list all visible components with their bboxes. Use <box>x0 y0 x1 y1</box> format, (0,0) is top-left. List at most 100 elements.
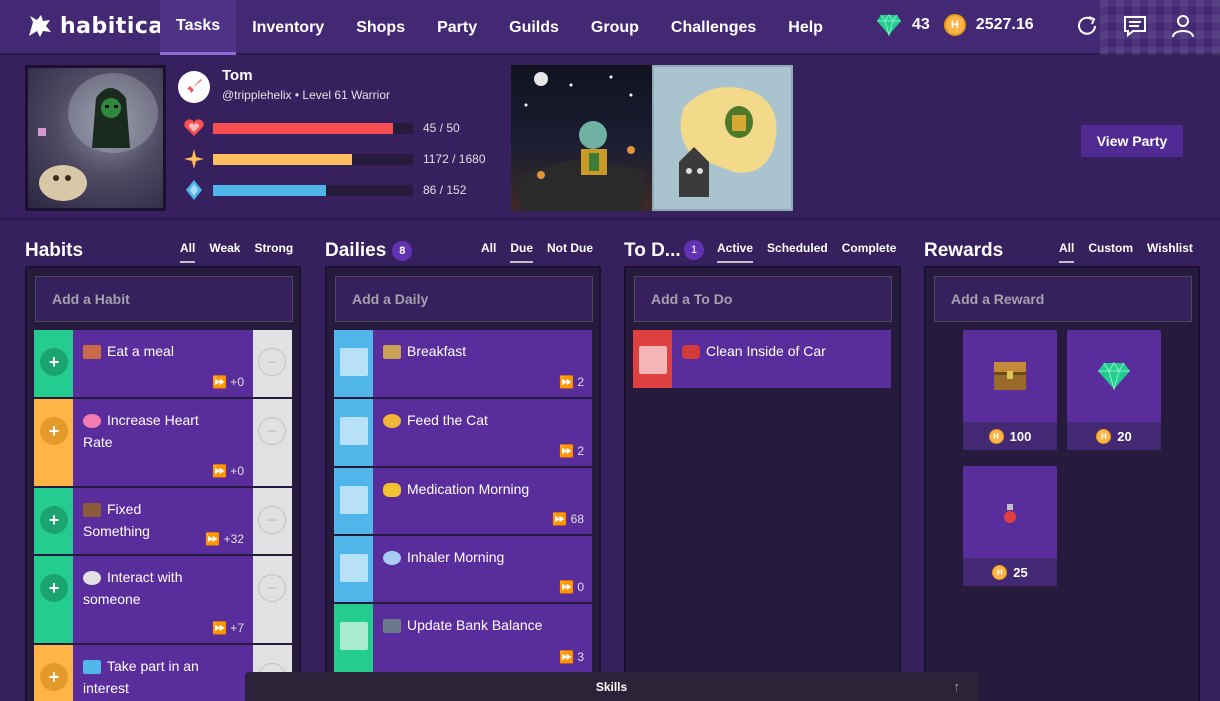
gem-icon <box>1098 362 1130 390</box>
nav-shops[interactable]: Shops <box>340 0 421 55</box>
dailies-filter-not-due[interactable]: Not Due <box>547 241 593 263</box>
plus-icon[interactable]: + <box>40 417 68 445</box>
daily-checkbox[interactable] <box>340 554 368 582</box>
daily-streak: ⏩ 0 <box>559 580 584 594</box>
todos-filter-scheduled[interactable]: Scheduled <box>767 241 828 263</box>
rewards-filter-wishlist[interactable]: Wishlist <box>1147 241 1193 263</box>
top-icons <box>1074 13 1196 39</box>
main-nav: Tasks Inventory Shops Party Guilds Group… <box>160 0 839 55</box>
nav-challenges[interactable]: Challenges <box>655 0 772 55</box>
messages-icon[interactable] <box>1122 13 1148 39</box>
minus-icon[interactable]: − <box>258 417 286 445</box>
user-avatar[interactable] <box>25 65 166 211</box>
habit-minus-area[interactable]: − <box>253 399 292 486</box>
nav-help[interactable]: Help <box>772 0 839 55</box>
daily-task[interactable]: Feed the Cat ⏩ 2 <box>334 399 592 468</box>
daily-checkbox[interactable] <box>340 622 368 650</box>
habit-plus-area[interactable]: + <box>34 645 73 701</box>
habits-filter-strong[interactable]: Strong <box>254 241 293 263</box>
add-daily-input[interactable]: Add a Daily <box>335 276 593 322</box>
daily-task[interactable]: Medication Morning ⏩ 68 <box>334 468 592 536</box>
reward-item[interactable]: H 25 <box>963 466 1057 586</box>
habit-task[interactable]: + Fixed Something ⏩ +32 − <box>34 488 292 556</box>
habit-minus-area[interactable]: − <box>253 556 292 643</box>
party-member-avatar[interactable] <box>652 65 793 211</box>
todos-filter-active[interactable]: Active <box>717 241 754 263</box>
shield-icon <box>383 345 401 360</box>
daily-streak: ⏩ 2 <box>559 375 584 389</box>
logo-wordmark: habitica <box>60 13 164 39</box>
arrow-up-icon[interactable]: ↑ <box>954 679 961 694</box>
view-party-button[interactable]: View Party <box>1081 125 1183 157</box>
reward-price-value: 100 <box>1009 428 1032 444</box>
reward-item[interactable]: H 20 <box>1067 330 1161 450</box>
daily-task[interactable]: Breakfast ⏩ 2 <box>334 330 592 399</box>
gold-coin-icon: H <box>992 564 1008 580</box>
habits-filter-all[interactable]: All <box>180 241 196 263</box>
habit-minus-area[interactable]: − <box>253 488 292 554</box>
minus-icon[interactable]: − <box>258 574 286 602</box>
skills-drawer[interactable]: Skills ↑ <box>245 672 978 701</box>
daily-checkbox[interactable] <box>340 486 368 514</box>
nav-inventory[interactable]: Inventory <box>236 0 340 55</box>
plus-icon[interactable]: + <box>40 574 68 602</box>
sync-icon[interactable] <box>1074 13 1100 39</box>
reward-price: H 100 <box>963 422 1057 450</box>
plus-icon[interactable]: + <box>40 663 68 691</box>
party-member-avatar[interactable] <box>511 65 652 211</box>
plus-icon[interactable]: + <box>40 348 68 376</box>
daily-checkbox-area[interactable] <box>334 604 373 672</box>
daily-text-container: Feed the Cat <box>383 409 583 431</box>
daily-checkbox[interactable] <box>340 348 368 376</box>
daily-task[interactable]: Update Bank Balance ⏩ 3 <box>334 604 592 674</box>
rewards-filter-custom[interactable]: Custom <box>1088 241 1133 263</box>
daily-checkbox-area[interactable] <box>334 536 373 602</box>
habit-plus-area[interactable]: + <box>34 488 73 554</box>
todo-task[interactable]: Clean Inside of Car <box>633 330 891 390</box>
nav-party[interactable]: Party <box>421 0 493 55</box>
habit-plus-area[interactable]: + <box>34 399 73 486</box>
daily-checkbox-area[interactable] <box>334 468 373 534</box>
dailies-filter-due[interactable]: Due <box>510 241 534 263</box>
add-reward-input[interactable]: Add a Reward <box>934 276 1192 322</box>
todo-checkbox[interactable] <box>639 346 667 374</box>
rewards-filters: All Custom Wishlist <box>1059 241 1193 263</box>
add-todo-input[interactable]: Add a To Do <box>634 276 892 322</box>
reward-item[interactable]: H 100 <box>963 330 1057 450</box>
nav-group[interactable]: Group <box>575 0 655 55</box>
todo-checkbox-area[interactable] <box>633 330 672 388</box>
todos-filters: Active Scheduled Complete <box>717 241 896 263</box>
user-icon[interactable] <box>1170 13 1196 39</box>
minus-icon[interactable]: − <box>258 348 286 376</box>
habit-text-container: Eat a meal <box>83 340 211 362</box>
nav-tasks[interactable]: Tasks <box>160 0 237 55</box>
daily-task[interactable]: Inhaler Morning ⏩ 0 <box>334 536 592 604</box>
mana-value: 86 / 152 <box>423 183 467 197</box>
nav-guilds[interactable]: Guilds <box>493 0 575 55</box>
rewards-filter-all[interactable]: All <box>1059 241 1075 263</box>
habit-text-container: Interact with someone <box>83 566 211 610</box>
add-habit-input[interactable]: Add a Habit <box>35 276 293 322</box>
todos-filter-complete[interactable]: Complete <box>842 241 897 263</box>
habit-plus-area[interactable]: + <box>34 330 73 397</box>
reward-price-value: 20 <box>1117 428 1132 444</box>
habit-streak: ⏩ +0 <box>212 375 244 389</box>
habit-plus-area[interactable]: + <box>34 556 73 643</box>
dailies-filters: All Due Not Due <box>481 241 593 263</box>
plus-icon[interactable]: + <box>40 506 68 534</box>
daily-checkbox[interactable] <box>340 417 368 445</box>
rewards-title: Rewards <box>924 240 1004 261</box>
habit-task[interactable]: + Interact with someone ⏩ +7 − <box>34 556 292 645</box>
habitica-logo[interactable]: habitica <box>26 12 164 40</box>
dailies-filter-all[interactable]: All <box>481 241 496 263</box>
gem-icon[interactable] <box>876 14 902 36</box>
habit-task[interactable]: + Eat a meal ⏩ +0 − <box>34 330 292 399</box>
daily-checkbox-area[interactable] <box>334 399 373 466</box>
habit-text-container: Fixed Something <box>83 498 211 542</box>
habits-filter-weak[interactable]: Weak <box>209 241 240 263</box>
habit-minus-area[interactable]: − <box>253 330 292 397</box>
habit-task[interactable]: + Increase Heart Rate ⏩ +0 − <box>34 399 292 488</box>
daily-checkbox-area[interactable] <box>334 330 373 397</box>
minus-icon[interactable]: − <box>258 506 286 534</box>
daily-text-container: Update Bank Balance <box>383 614 583 636</box>
